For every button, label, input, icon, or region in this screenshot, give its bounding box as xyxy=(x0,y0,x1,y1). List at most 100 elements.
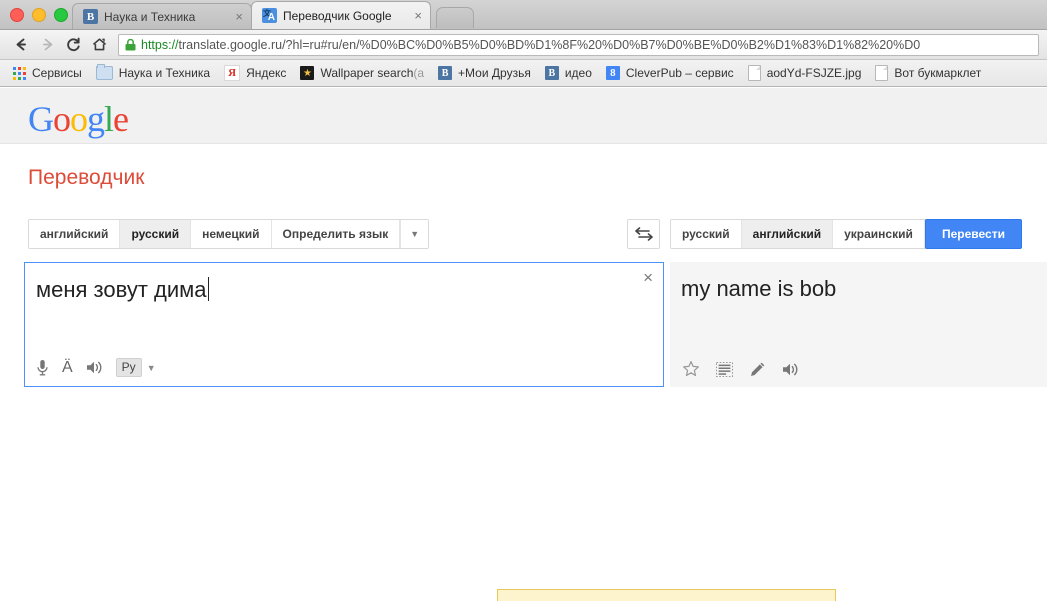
tab-nauka-i-tehnika[interactable]: В Наука и Техника × xyxy=(72,3,252,29)
tabs: В Наука и Техника × 文A Переводчик Google… xyxy=(72,0,474,29)
source-lang-russian[interactable]: русский xyxy=(120,220,192,248)
folder-icon xyxy=(95,64,113,80)
back-button[interactable] xyxy=(8,33,34,57)
back-arrow-icon xyxy=(16,38,26,51)
source-text-panel[interactable]: меня зовут дима × Ä Ру ▼ xyxy=(24,262,664,387)
translate-button[interactable]: Перевести xyxy=(925,219,1022,249)
logo-letter: G xyxy=(28,99,54,139)
tab-strip: В Наука и Техника × 文A Переводчик Google… xyxy=(0,0,1047,30)
logo-letter: g xyxy=(87,99,105,139)
text-lines-icon[interactable] xyxy=(716,361,733,377)
window-controls[interactable] xyxy=(10,8,68,22)
source-toolbar: Ä Ру ▼ xyxy=(36,358,156,377)
maximize-window-button[interactable] xyxy=(54,8,68,22)
result-panel: my name is bob xyxy=(670,262,1047,387)
target-lang-russian[interactable]: русский xyxy=(671,220,742,248)
close-icon[interactable]: × xyxy=(414,9,422,22)
translation-result: my name is bob xyxy=(681,276,837,301)
star-outline-icon[interactable] xyxy=(682,360,700,378)
reload-icon xyxy=(66,37,80,52)
microphone-icon[interactable] xyxy=(36,359,49,377)
bookmark-video[interactable]: В идео xyxy=(538,64,599,82)
home-icon xyxy=(92,38,106,51)
bookmark-label: aodYd-FSJZE.jpg xyxy=(766,66,862,80)
keyboard-language-button[interactable]: Ру xyxy=(115,358,142,377)
minimize-window-button[interactable] xyxy=(32,8,46,22)
home-button[interactable] xyxy=(86,33,112,57)
page-content: Google Переводчик английский русский нем… xyxy=(0,88,1047,601)
text-cursor xyxy=(207,277,209,301)
logo-letter: e xyxy=(113,99,129,139)
bookmarks-bar: Сервисы Наука и Техника Я Яндекс ★ Wallp… xyxy=(0,60,1047,87)
swap-arrows-icon xyxy=(634,227,653,241)
bookmark-nauka-i-tehnika[interactable]: Наука и Техника xyxy=(89,64,217,82)
close-icon[interactable]: × xyxy=(235,10,243,23)
bookmark-moi-druzya[interactable]: В +Мои Друзья xyxy=(431,64,538,82)
star-black-icon: ★ xyxy=(300,66,315,80)
source-language-dropdown[interactable]: ▼ xyxy=(400,220,429,248)
bookmark-vot-bukmarklet[interactable]: Вот букмарклет xyxy=(868,63,988,83)
logo-letter: o xyxy=(70,99,88,139)
bookmark-label: Сервисы xyxy=(32,66,82,80)
bookmark-label: Яндекс xyxy=(246,66,287,80)
target-language-tabs: русский английский украинский ▼ xyxy=(670,219,954,249)
browser-chrome: В Наука и Техника × 文A Переводчик Google… xyxy=(0,0,1047,87)
swap-languages-button[interactable] xyxy=(627,219,660,249)
target-lang-english[interactable]: английский xyxy=(741,220,834,248)
bookmark-label: Wallpaper search xyxy=(320,66,414,80)
chevron-down-icon: ▼ xyxy=(410,229,420,239)
bookmark-label: Вот букмарклет xyxy=(894,66,982,80)
bookmark-servisy[interactable]: Сервисы xyxy=(6,64,89,82)
pencil-icon[interactable] xyxy=(749,361,766,378)
bookmark-label: идео xyxy=(564,66,592,80)
page-title: Переводчик xyxy=(28,166,145,189)
target-lang-ukrainian[interactable]: украинский xyxy=(833,220,925,248)
source-textarea[interactable]: меня зовут дима xyxy=(36,277,626,303)
bookmark-label: Наука и Техника xyxy=(118,66,211,80)
source-lang-german[interactable]: немецкий xyxy=(191,220,272,248)
browser-window: В Наука и Техника × 文A Переводчик Google… xyxy=(0,0,1047,601)
language-controls: английский русский немецкий Определить я… xyxy=(0,219,1047,253)
google-header: Google xyxy=(0,88,1047,144)
bookmark-aodyd-image[interactable]: aodYd-FSJZE.jpg xyxy=(741,63,869,83)
bookmark-wallpaper-search[interactable]: ★ Wallpaper search (a xyxy=(293,64,431,82)
forward-button[interactable] xyxy=(34,33,60,57)
new-tab-button[interactable] xyxy=(436,7,474,28)
vk-icon: В xyxy=(544,66,559,80)
close-window-button[interactable] xyxy=(10,8,24,22)
clear-source-button[interactable]: × xyxy=(643,269,653,286)
source-text-value: меня зовут дима xyxy=(36,277,207,302)
source-lang-english[interactable]: английский xyxy=(29,220,121,248)
navigation-toolbar: https://translate.google.ru/?hl=ru#ru/en… xyxy=(0,30,1047,60)
speaker-icon[interactable] xyxy=(86,360,103,375)
google-blue-icon: 8 xyxy=(605,66,620,80)
logo-letter: o xyxy=(53,99,71,139)
tab-title: Переводчик Google xyxy=(283,8,392,23)
document-icon xyxy=(747,65,761,81)
reload-button[interactable] xyxy=(60,33,86,57)
result-toolbar xyxy=(682,360,799,378)
bookmark-label-truncated: (a xyxy=(413,66,425,80)
tab-perevodchik-google[interactable]: 文A Переводчик Google × xyxy=(251,1,431,29)
url-scheme: https:// xyxy=(141,37,179,52)
forward-arrow-icon xyxy=(42,38,52,51)
speaker-icon[interactable] xyxy=(782,362,799,377)
diacritics-icon[interactable]: Ä xyxy=(62,359,73,377)
keyboard-language-label: Ру xyxy=(115,358,142,377)
notification-bar[interactable] xyxy=(497,589,836,601)
bookmark-cleverpub[interactable]: 8 CleverPub – сервис xyxy=(599,64,741,82)
google-logo[interactable]: Google xyxy=(28,98,129,140)
address-bar[interactable]: https://translate.google.ru/?hl=ru#ru/en… xyxy=(118,33,1039,56)
url-text: https://translate.google.ru/?hl=ru#ru/en… xyxy=(141,38,920,52)
bookmark-label: +Мои Друзья xyxy=(458,66,531,80)
bookmark-label: CleverPub – сервис xyxy=(625,66,734,80)
source-lang-detect[interactable]: Определить язык xyxy=(271,220,401,248)
logo-letter: l xyxy=(104,99,114,139)
apps-grid-icon xyxy=(13,66,26,80)
document-icon xyxy=(875,65,889,81)
bookmark-yandex[interactable]: Я Яндекс xyxy=(217,63,293,83)
url-rest: translate.google.ru/?hl=ru#ru/en/%D0%BC%… xyxy=(178,37,921,52)
lock-icon xyxy=(125,38,136,50)
keyboard-language-dropdown[interactable]: ▼ xyxy=(147,363,156,373)
google-translate-icon: 文A xyxy=(262,8,277,23)
